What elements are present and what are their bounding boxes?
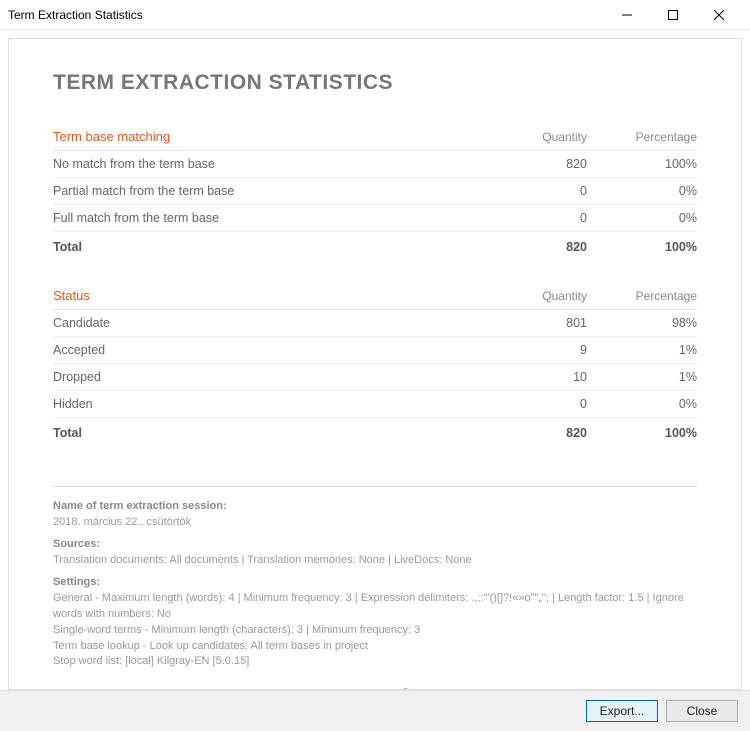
- section-title: Term base matching: [53, 129, 477, 144]
- section-title: Status: [53, 288, 477, 303]
- meta-sources-value: Translation documents: All documents | T…: [53, 553, 697, 569]
- table-row: Accepted 9 1%: [53, 337, 697, 364]
- meta-settings-line: Single-word terms - Minimum length (char…: [53, 623, 697, 639]
- column-header-percentage: Percentage: [587, 130, 697, 144]
- table-row: Dropped 10 1%: [53, 364, 697, 391]
- export-button[interactable]: Export...: [586, 700, 658, 722]
- column-header-quantity: Quantity: [477, 289, 587, 303]
- minimize-icon[interactable]: [604, 0, 650, 30]
- column-header-quantity: Quantity: [477, 130, 587, 144]
- client-area: TERM EXTRACTION STATISTICS Term base mat…: [0, 30, 750, 690]
- table-row: Full match from the term base 0 0%: [53, 205, 697, 232]
- meta-sources-head: Sources:: [53, 537, 697, 553]
- table-row: Candidate 801 98%: [53, 310, 697, 337]
- meta-settings-line: General - Maximum length (words): 4 | Mi…: [53, 591, 697, 623]
- title-bar: Term Extraction Statistics: [0, 0, 750, 30]
- window-controls: [604, 0, 742, 30]
- maximize-icon[interactable]: [650, 0, 696, 30]
- column-header-percentage: Percentage: [587, 289, 697, 303]
- close-button[interactable]: Close: [666, 700, 738, 722]
- table-row: No match from the term base 820 100%: [53, 151, 697, 178]
- report-panel: TERM EXTRACTION STATISTICS Term base mat…: [8, 38, 742, 690]
- meta-session-head: Name of term extraction session:: [53, 499, 697, 515]
- table-row: Partial match from the term base 0 0%: [53, 178, 697, 205]
- divider: [53, 486, 697, 487]
- table-total-row: Total 820 100%: [53, 418, 697, 446]
- meta-session-value: 2018. március 22., csütörtök: [53, 515, 697, 531]
- close-icon[interactable]: [696, 0, 742, 30]
- table-total-row: Total 820 100%: [53, 232, 697, 260]
- meta-settings-head: Settings:: [53, 575, 697, 591]
- meta-settings-line: Stop word list: [local] Kilgray-EN [5.0.…: [53, 654, 697, 670]
- button-bar: Export... Close: [0, 690, 750, 731]
- metadata-block: Name of term extraction session: 2018. m…: [53, 499, 697, 670]
- meta-settings-line: Term base lookup - Look up candidates: A…: [53, 639, 697, 655]
- table-row: Hidden 0 0%: [53, 391, 697, 418]
- section-header-matching: Term base matching Quantity Percentage: [53, 123, 697, 151]
- section-header-status: Status Quantity Percentage: [53, 282, 697, 310]
- report-heading: TERM EXTRACTION STATISTICS: [53, 71, 697, 95]
- window-title: Term Extraction Statistics: [8, 8, 604, 22]
